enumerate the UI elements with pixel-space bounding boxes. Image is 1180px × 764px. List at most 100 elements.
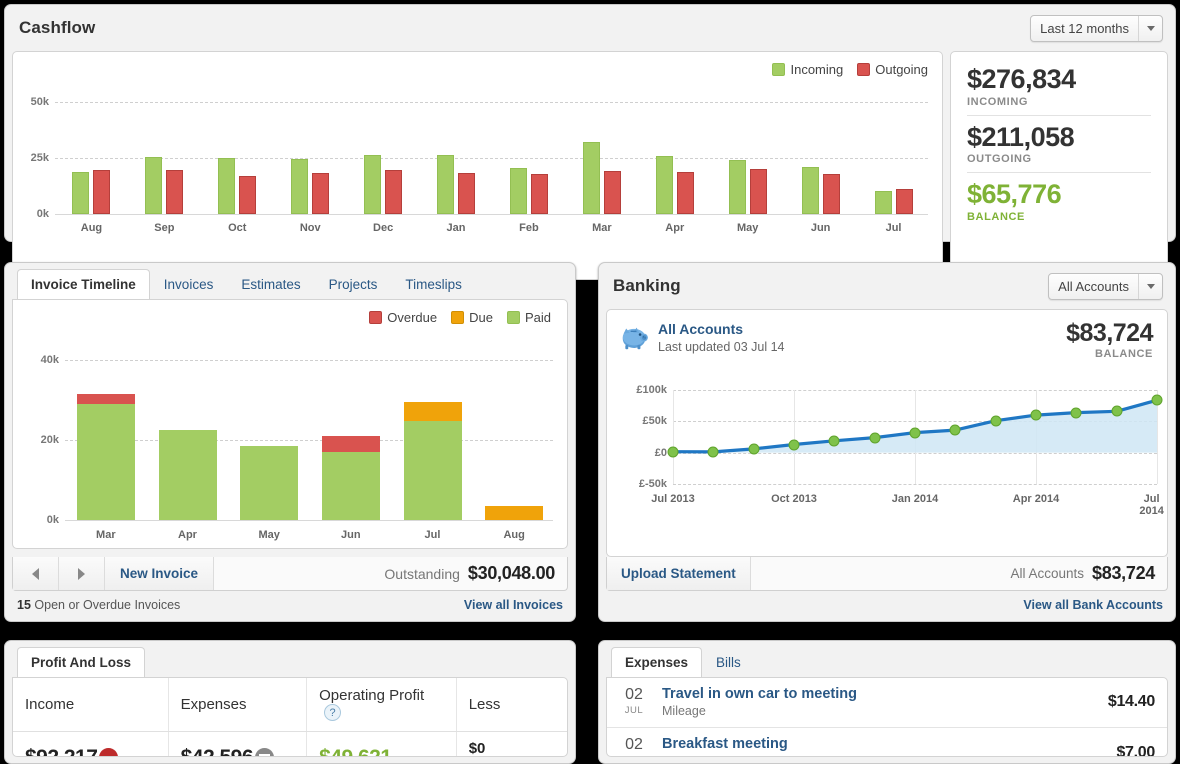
data-point: [1151, 394, 1163, 406]
column-less: Less: [456, 678, 567, 732]
bar-incoming: [145, 157, 163, 214]
pnl-tabbar: Profit And Loss: [5, 641, 575, 678]
cell-expenses: $42,596: [168, 731, 308, 756]
x-axis-tick: Jan: [446, 222, 466, 234]
question-mark-icon[interactable]: ?: [324, 704, 342, 721]
chevron-down-icon: [1138, 15, 1162, 41]
column-expenses: Expenses: [168, 678, 308, 732]
bar-incoming: [437, 154, 455, 214]
bar-outgoing: [239, 176, 257, 214]
banking-account-name[interactable]: All Accounts: [658, 321, 785, 339]
data-point: [1111, 405, 1123, 417]
incoming-label: INCOMING: [967, 95, 1029, 108]
y-axis-tick: 0k: [36, 208, 49, 220]
open-invoice-count-text: 15 Open or Overdue Invoices: [17, 598, 180, 612]
gridline: [65, 520, 553, 521]
cashflow-panel: Cashflow Last 12 months Incoming Outgoing…: [4, 4, 1176, 280]
column-income: Income: [13, 678, 169, 732]
tab-invoice-timeline[interactable]: Invoice Timeline: [17, 269, 150, 300]
x-axis-tick: May: [737, 222, 759, 234]
list-item[interactable]: 02 JUL Travel in own car to meeting Mileage…: [607, 678, 1167, 729]
gridline: [55, 157, 928, 159]
upload-statement-button[interactable]: Upload Statement: [607, 557, 751, 590]
expenses-tabbar: Expenses Bills: [599, 641, 1175, 678]
y-axis-tick: 25k: [30, 151, 49, 164]
bar-incoming: [509, 167, 527, 214]
banking-title: Banking: [613, 276, 681, 295]
new-invoice-button[interactable]: New Invoice: [105, 557, 215, 590]
tab-bills[interactable]: Bills: [702, 647, 755, 678]
cell-less: $0 Adjustments: [456, 731, 567, 757]
legend-item: Incoming: [772, 62, 843, 77]
tab-label: Projects: [328, 277, 378, 292]
list-item[interactable]: 02JUL Breakfast meetingAccommodation and …: [607, 728, 1167, 756]
view-all-bank-accounts-link[interactable]: View all Bank Accounts: [1023, 598, 1163, 612]
expense-date: 02JUL: [617, 735, 651, 756]
legend-label: Outgoing: [875, 62, 928, 77]
banking-account-info: All Accounts Last updated 03 Jul 14: [619, 321, 785, 355]
banking-chart: £100k £50k £0 £-50k Jul 2013 Oct 2013 Jan 2014…: [636, 384, 1163, 517]
data-point: [1070, 407, 1082, 419]
data-point: [1030, 409, 1042, 421]
expense-date: 02JUL: [617, 686, 651, 718]
cell-operating-profit: $49,621: [306, 731, 457, 756]
banking-header: Banking All Accounts: [599, 263, 1175, 309]
expense-day: 02: [625, 735, 643, 753]
next-page-button[interactable]: [59, 557, 105, 590]
bar-paid: [403, 420, 462, 520]
legend-swatch-icon: [857, 63, 871, 76]
summary-incoming: $276,834 INCOMING: [967, 62, 1151, 115]
outgoing-label: OUTGOING: [967, 153, 1032, 166]
profit-and-loss-panel: Profit And Loss Income Expenses Operatin…: [4, 640, 576, 764]
expense-title[interactable]: Breakfast meeting: [662, 735, 1105, 753]
tab-invoices[interactable]: Invoices: [150, 269, 228, 300]
x-axis-tick: Oct: [228, 222, 247, 234]
tab-projects[interactable]: Projects: [315, 269, 392, 300]
x-axis-tick: Jul 2013: [651, 493, 695, 505]
data-point: [748, 443, 760, 455]
balance-amount: $65,776: [967, 179, 1062, 210]
bar-outgoing: [603, 171, 621, 214]
banking-account-label: All Accounts: [1058, 278, 1129, 294]
banking-panel: Banking All Accounts All Accounts Last u…: [598, 262, 1176, 622]
banking-account-dropdown[interactable]: All Accounts: [1048, 272, 1163, 300]
tab-estimates[interactable]: Estimates: [227, 269, 314, 300]
tab-label: Profit And Loss: [31, 655, 131, 670]
legend-swatch-icon: [451, 311, 465, 324]
tab-timeslips[interactable]: Timeslips: [391, 269, 476, 300]
gridline: [673, 484, 1157, 485]
x-axis-tick: Jul: [885, 222, 902, 234]
gridline: [65, 360, 553, 361]
x-axis-tick: Apr 2014: [1012, 493, 1060, 505]
invoice-legend: Overdue Due Paid: [369, 310, 551, 325]
bar-outgoing: [93, 170, 111, 214]
invoice-footer-toolbar: New Invoice Outstanding $30,048.00: [12, 557, 568, 591]
legend-label: Due: [469, 310, 493, 325]
view-all-invoices-link[interactable]: View all Invoices: [464, 598, 563, 612]
banking-footer-toolbar: Upload Statement All Accounts $83,724: [606, 557, 1168, 591]
triangle-right-icon: [78, 567, 85, 580]
x-axis-tick: Apr: [178, 529, 197, 541]
tab-label: Bills: [716, 655, 741, 670]
bar-outgoing: [895, 188, 913, 214]
income-value: $92,217: [25, 745, 98, 757]
legend-swatch-icon: [506, 311, 520, 324]
expense-title[interactable]: Travel in own car to meeting: [662, 685, 1097, 703]
expense-month: JUL: [624, 704, 644, 716]
x-axis-tick: Mar: [96, 529, 116, 541]
data-point: [828, 435, 840, 447]
prev-page-button[interactable]: [13, 557, 59, 590]
bar-incoming: [218, 158, 236, 214]
tab-profit-and-loss[interactable]: Profit And Loss: [17, 647, 145, 678]
incoming-amount: $276,834: [967, 64, 1076, 94]
balance-label: BALANCE: [967, 211, 1025, 224]
expense-category: Mileage: [662, 704, 706, 719]
tab-label: Estimates: [241, 277, 301, 292]
banking-footer-total: All Accounts $83,724: [751, 557, 1167, 590]
data-point: [667, 446, 679, 458]
x-axis-tick: Nov: [299, 222, 321, 234]
cashflow-range-dropdown[interactable]: Last 12 months: [1030, 14, 1163, 42]
tab-expenses[interactable]: Expenses: [611, 647, 703, 678]
legend-item: Outgoing: [857, 62, 928, 77]
bar-overdue: [321, 435, 380, 452]
